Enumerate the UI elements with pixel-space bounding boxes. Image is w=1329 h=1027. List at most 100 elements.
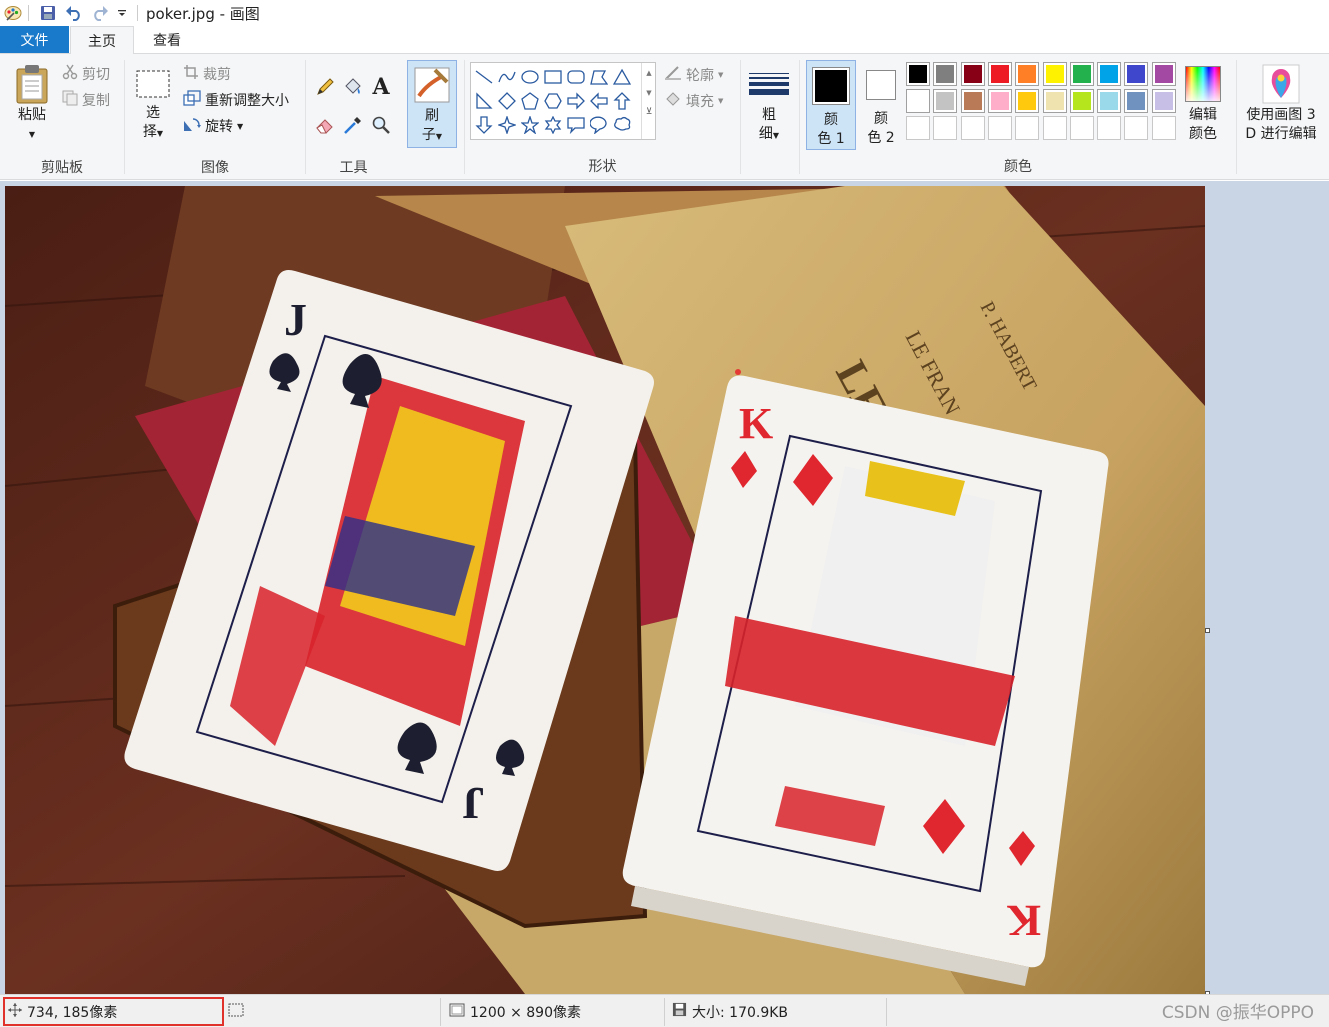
hexagon-shape-icon[interactable] (542, 90, 564, 112)
size-label-2: 细 (758, 126, 773, 142)
custom-color-slot[interactable] (1042, 116, 1067, 140)
four-point-star-shape-icon[interactable] (496, 114, 518, 136)
custom-color-slot[interactable] (1097, 116, 1122, 140)
expand-gallery-icon[interactable]: ⊻ (642, 107, 656, 117)
palette-swatch[interactable] (1151, 62, 1176, 86)
oval-callout-shape-icon[interactable] (588, 114, 610, 136)
palette-swatch[interactable] (933, 62, 958, 86)
palette-swatch[interactable] (906, 62, 930, 86)
palette-swatch[interactable] (933, 89, 958, 113)
palette-swatch[interactable] (987, 89, 1012, 113)
edit-colors-button[interactable]: 编辑 颜色 (1180, 62, 1226, 144)
custom-color-slot[interactable] (1015, 116, 1040, 140)
paint3d-label-1: 使用画图 3 (1246, 107, 1316, 123)
paste-button[interactable]: 粘贴 ▼ (8, 62, 56, 144)
custom-color-slot[interactable] (1151, 116, 1176, 140)
palette-swatch[interactable] (1124, 62, 1149, 86)
pentagon-shape-icon[interactable] (519, 90, 541, 112)
crop-label: 裁剪 (203, 67, 231, 83)
eraser-icon[interactable] (314, 114, 336, 136)
shapes-scroll[interactable]: ▲ ▼ ⊻ (641, 63, 656, 139)
divider (886, 998, 887, 1026)
size-button[interactable]: 粗 细▼ (746, 62, 792, 145)
divider (440, 998, 441, 1026)
rotate-button[interactable]: 旋转 ▼ (183, 115, 243, 137)
line-shape-icon[interactable] (473, 66, 495, 88)
fill-bucket-icon[interactable] (342, 76, 364, 98)
palette-swatch[interactable] (987, 62, 1012, 86)
palette-swatch[interactable] (906, 89, 930, 113)
custom-color-slot[interactable] (933, 116, 958, 140)
paint3d-button[interactable]: 使用画图 3 D 进行编辑 (1240, 62, 1322, 144)
color-palette (906, 62, 1180, 142)
palette-swatch[interactable] (1097, 89, 1122, 113)
image-canvas[interactable]: LECT LE FRAN P. HABERT J J (5, 186, 1205, 994)
color-wheel-icon (1180, 62, 1226, 106)
palette-swatch[interactable] (1015, 62, 1040, 86)
custom-color-slot[interactable] (1124, 116, 1149, 140)
custom-color-slot[interactable] (987, 116, 1012, 140)
palette-swatch[interactable] (1015, 89, 1040, 113)
custom-color-slot[interactable] (1069, 116, 1094, 140)
fill-icon (664, 91, 682, 111)
diamond-shape-icon[interactable] (496, 90, 518, 112)
color1-button[interactable]: 颜 色 1 (806, 60, 856, 150)
magnifier-icon[interactable] (370, 114, 392, 136)
copy-button[interactable]: 复制 (62, 89, 110, 111)
customize-toolbar-icon[interactable] (113, 4, 131, 22)
image-dimensions-text: 1200 × 890像素 (470, 1004, 581, 1021)
edit-colors-label-1: 编辑 (1189, 107, 1217, 123)
right-triangle-shape-icon[interactable] (473, 90, 495, 112)
palette-swatch[interactable] (1042, 62, 1067, 86)
scroll-down-icon[interactable]: ▼ (642, 89, 656, 97)
undo-icon[interactable] (65, 4, 83, 22)
canvas-area[interactable]: LECT LE FRAN P. HABERT J J (0, 181, 1329, 996)
resize-handle-right[interactable] (1205, 628, 1210, 633)
palette-swatch[interactable] (1097, 62, 1122, 86)
tab-home[interactable]: 主页 (70, 26, 134, 54)
outline-button[interactable]: 轮廓 ▼ (664, 64, 723, 86)
six-point-star-shape-icon[interactable] (542, 114, 564, 136)
scroll-up-icon[interactable]: ▲ (642, 69, 656, 77)
tab-view[interactable]: 查看 (135, 26, 199, 54)
rect-callout-shape-icon[interactable] (565, 114, 587, 136)
fill-button[interactable]: 填充 ▼ (664, 90, 723, 112)
chevron-down-icon: ▼ (772, 131, 780, 140)
tab-file[interactable]: 文件 (0, 26, 69, 53)
palette-swatch[interactable] (960, 89, 985, 113)
text-tool-icon[interactable]: A (370, 74, 392, 100)
palette-swatch[interactable] (1124, 89, 1149, 113)
color-picker-icon[interactable] (342, 114, 364, 136)
custom-color-slot[interactable] (960, 116, 985, 140)
brush-button[interactable]: 刷 子▼ (407, 60, 457, 148)
redo-icon[interactable] (91, 4, 109, 22)
cloud-callout-shape-icon[interactable] (611, 114, 633, 136)
paste-icon (8, 62, 56, 106)
select-label-1: 选 (146, 105, 160, 121)
palette-swatch[interactable] (1042, 89, 1067, 113)
save-icon[interactable] (39, 4, 57, 22)
triangle-shape-icon[interactable] (611, 66, 633, 88)
palette-swatch[interactable] (1069, 62, 1094, 86)
oval-shape-icon[interactable] (519, 66, 541, 88)
down-arrow-shape-icon[interactable] (473, 114, 495, 136)
polygon-shape-icon[interactable] (588, 66, 610, 88)
custom-color-slot[interactable] (906, 116, 930, 140)
left-arrow-shape-icon[interactable] (588, 90, 610, 112)
palette-swatch[interactable] (960, 62, 985, 86)
right-arrow-shape-icon[interactable] (565, 90, 587, 112)
select-button[interactable]: 选 择▼ (133, 64, 173, 143)
color2-button[interactable]: 颜 色 2 (858, 60, 904, 150)
pencil-icon[interactable] (314, 76, 336, 98)
five-point-star-shape-icon[interactable] (519, 114, 541, 136)
rectangle-shape-icon[interactable] (542, 66, 564, 88)
palette-swatch[interactable] (1151, 89, 1176, 113)
cut-button[interactable]: 剪切 (62, 63, 110, 85)
paint-app-icon[interactable] (4, 4, 22, 22)
curve-shape-icon[interactable] (496, 66, 518, 88)
resize-button[interactable]: 重新调整大小 (183, 89, 289, 111)
up-arrow-shape-icon[interactable] (611, 90, 633, 112)
rounded-rectangle-shape-icon[interactable] (565, 66, 587, 88)
palette-swatch[interactable] (1069, 89, 1094, 113)
crop-button[interactable]: 裁剪 (183, 63, 231, 85)
